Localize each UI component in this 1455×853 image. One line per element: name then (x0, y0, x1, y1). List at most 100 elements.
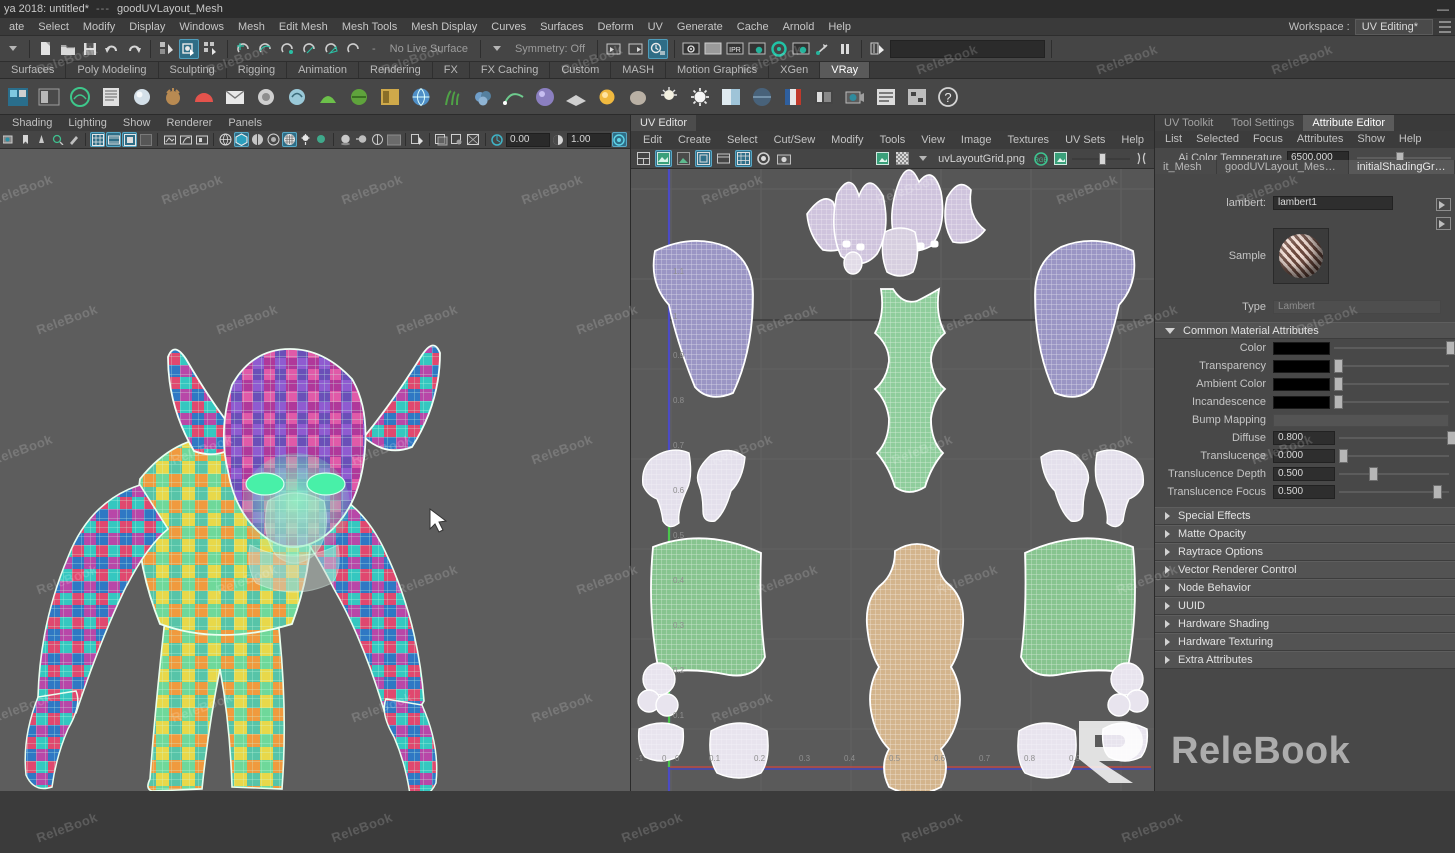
image-plane-icon[interactable] (194, 132, 209, 147)
use-all-lights-icon[interactable] (298, 132, 313, 147)
uv-menu-image[interactable]: Image (953, 131, 1000, 149)
make-live-icon[interactable] (344, 39, 364, 59)
section-extra-attributes[interactable]: Extra Attributes (1155, 651, 1455, 669)
shelf-tab-xgen[interactable]: XGen (769, 62, 821, 78)
snap-to-point-icon[interactable] (278, 39, 298, 59)
render-settings-icon[interactable] (769, 39, 789, 59)
save-scene-icon[interactable] (80, 39, 100, 59)
tab-uv-toolkit[interactable]: UV Toolkit (1155, 115, 1223, 131)
menu-item-generate[interactable]: Generate (670, 18, 730, 36)
color-swatch[interactable] (1273, 341, 1330, 355)
film-gate-icon[interactable] (106, 132, 121, 147)
ae-menu-show[interactable]: Show (1350, 131, 1392, 148)
uv-menu-tools[interactable]: Tools (872, 131, 914, 149)
grid-icon[interactable] (735, 150, 752, 167)
vray-volume-icon[interactable] (469, 83, 496, 110)
transparency-swatch[interactable] (1273, 359, 1330, 373)
open-scene-icon[interactable] (58, 39, 78, 59)
toggle-shaded-uv-icon[interactable] (675, 150, 692, 167)
workspace-value[interactable]: UV Editing* (1354, 19, 1433, 35)
vray-lister-icon[interactable] (872, 83, 899, 110)
redo-icon[interactable] (124, 39, 144, 59)
xray-joints-icon[interactable] (450, 132, 465, 147)
section-uuid[interactable]: UUID (1155, 597, 1455, 615)
uv-border-icon[interactable] (695, 150, 712, 167)
uv-menu-cut-sew[interactable]: Cut/Sew (766, 131, 824, 149)
select-by-component-icon[interactable] (201, 39, 221, 59)
common-material-attributes-header[interactable]: Common Material Attributes (1155, 322, 1455, 339)
material-sample-swatch[interactable] (1273, 228, 1329, 284)
screen-space-ao-icon[interactable] (338, 132, 353, 147)
shade-wireframe-icon[interactable] (250, 132, 265, 147)
bump-mapping-field[interactable] (1273, 413, 1449, 427)
vray-globe-icon[interactable] (407, 83, 434, 110)
section-hardware-texturing[interactable]: Hardware Texturing (1155, 633, 1455, 651)
translucence-focus-field[interactable]: 0.500 (1273, 485, 1335, 499)
vray-node-icon[interactable] (903, 83, 930, 110)
viewport-menu-renderer[interactable]: Renderer (158, 115, 220, 131)
smooth-shade-icon[interactable] (234, 132, 249, 147)
shelf-tab-surfaces[interactable]: Surfaces (0, 62, 67, 78)
vray-grass-icon[interactable] (438, 83, 465, 110)
gamma-icon[interactable] (178, 132, 193, 147)
vray-sun-sphere-icon[interactable] (252, 83, 279, 110)
undo-icon[interactable] (102, 39, 122, 59)
vray-toon-icon[interactable] (66, 83, 93, 110)
menu-item-cache[interactable]: Cache (730, 18, 776, 36)
translucence-focus-slider[interactable] (1339, 485, 1449, 499)
shadows-icon[interactable] (314, 132, 329, 147)
diffuse-field[interactable]: 0.800 (1273, 431, 1335, 445)
menu-item-help[interactable]: Help (821, 18, 858, 36)
ae-menu-selected[interactable]: Selected (1189, 131, 1246, 148)
shelf-tab-rendering[interactable]: Rendering (359, 62, 433, 78)
vray-sun-icon[interactable] (593, 83, 620, 110)
uv-editor-canvas[interactable]: -1 0 0.1 0.2 0.3 0.4 0.5 0.6 0.7 0.8 0.9… (631, 169, 1154, 791)
vray-ball-icon[interactable] (531, 83, 558, 110)
color-management-icon[interactable] (612, 132, 627, 147)
new-scene-icon[interactable] (36, 39, 56, 59)
anti-alias-icon[interactable] (370, 132, 385, 147)
section-special-effects[interactable]: Special Effects (1155, 507, 1455, 525)
symmetry-dropdown-icon[interactable] (487, 39, 507, 59)
ae-menu-help[interactable]: Help (1392, 131, 1429, 148)
vray-curve-icon[interactable] (500, 83, 527, 110)
vray-sphere-light-icon[interactable] (128, 83, 155, 110)
ipr-render-icon[interactable]: IPR (725, 39, 745, 59)
shaded-textured-icon[interactable] (266, 132, 281, 147)
snap-to-projected-center-icon[interactable] (300, 39, 320, 59)
section-hardware-shading[interactable]: Hardware Shading (1155, 615, 1455, 633)
ae-menu-focus[interactable]: Focus (1246, 131, 1290, 148)
uv-menu-view[interactable]: View (913, 131, 953, 149)
ae-menu-list[interactable]: List (1158, 131, 1189, 148)
exposure-icon[interactable] (162, 132, 177, 147)
menu-set-dropdown-icon[interactable] (3, 39, 23, 59)
gamma-value-icon[interactable] (551, 132, 566, 147)
menu-item-select[interactable]: Select (31, 18, 76, 36)
checker-pattern-icon[interactable] (894, 150, 911, 167)
shelf-tab-sculpting[interactable]: Sculpting (158, 62, 227, 78)
viewport-menu-show[interactable]: Show (115, 115, 159, 131)
grid-toggle-icon[interactable] (90, 132, 105, 147)
menu-item-deform[interactable]: Deform (591, 18, 641, 36)
shelf-tab-fx-caching[interactable]: FX Caching (469, 62, 551, 78)
uv-menu-textures[interactable]: Textures (999, 131, 1057, 149)
ambient-color-slider[interactable] (1334, 377, 1449, 391)
texture-display-icon[interactable] (282, 132, 297, 147)
image-channel-icon[interactable] (874, 150, 891, 167)
shelf-tab-mash[interactable]: MASH (611, 62, 667, 78)
incandescence-slider[interactable] (1334, 395, 1449, 409)
camera-select-icon[interactable] (2, 132, 17, 147)
redo-render-icon[interactable] (703, 39, 723, 59)
rgb-channel-icon[interactable]: RGB (1032, 150, 1049, 167)
input-line-mode-2-icon[interactable] (626, 39, 646, 59)
wireframe-shading-icon[interactable] (218, 132, 233, 147)
input-line-mode-icon[interactable] (604, 39, 624, 59)
translucence-field[interactable]: 0.000 (1273, 449, 1335, 463)
diffuse-slider[interactable] (1339, 431, 1455, 445)
image-snapshot-icon[interactable] (775, 150, 792, 167)
texture-border-icon[interactable] (715, 150, 732, 167)
gamma-value-field[interactable]: 1.00 (567, 132, 611, 147)
snap-to-curve-icon[interactable] (256, 39, 276, 59)
vray-help-icon[interactable]: ? (934, 83, 961, 110)
menu-item-arnold[interactable]: Arnold (776, 18, 822, 36)
